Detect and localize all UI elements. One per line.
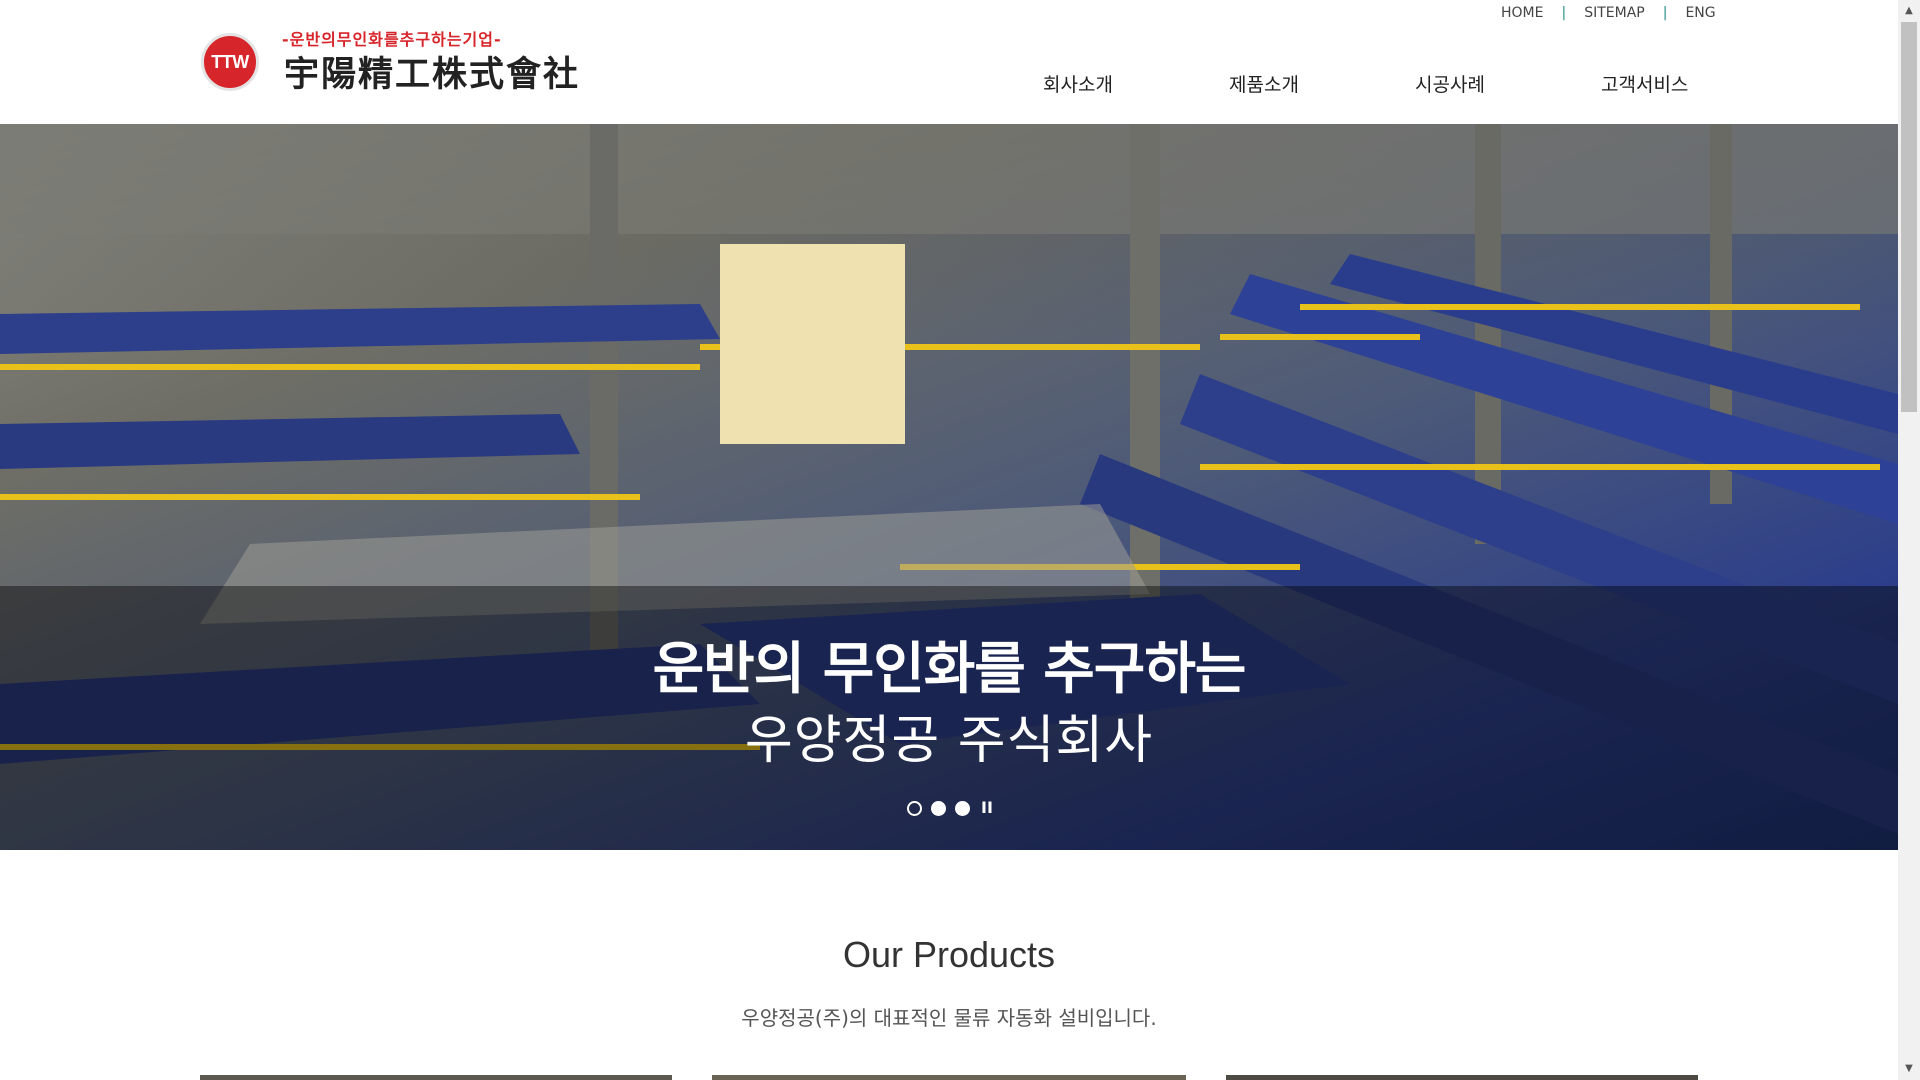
- gnb-item-customer-service[interactable]: 고객서비스: [1601, 70, 1688, 97]
- slider-dot-3[interactable]: [955, 800, 970, 816]
- slider-pagination: II: [907, 799, 993, 817]
- hero-title: 운반의 무인화를 추구하는: [652, 637, 1247, 702]
- products-section-subtitle: 우양정공(주)의 대표적인 물류 자동화 설비입니다.: [741, 1006, 1157, 1030]
- product-thumbnails-row: [200, 1075, 1698, 1080]
- utility-nav: HOME | SITEMAP | ENG: [1501, 5, 1716, 21]
- product-thumbnail[interactable]: [1226, 1075, 1698, 1080]
- slider-pause-icon[interactable]: II: [981, 799, 993, 817]
- hero-slider: 운반의 무인화를 추구하는 우양정공 주식회사 II: [0, 124, 1898, 850]
- gnb-item-cases[interactable]: 시공사례: [1415, 70, 1485, 97]
- logo-mark-text: TTW: [211, 51, 249, 72]
- gnb-item-company[interactable]: 회사소개: [1043, 70, 1113, 97]
- hero-subtitle: 우양정공 주식회사: [744, 711, 1154, 771]
- ttw-logo-mark: TTW: [201, 33, 259, 91]
- util-sitemap-link[interactable]: SITEMAP: [1584, 5, 1645, 21]
- scroll-down-arrow-icon[interactable]: ▼: [1898, 1058, 1920, 1080]
- logo-company-name: 宇陽精工株式會社: [284, 54, 581, 95]
- slider-dot-2[interactable]: [931, 800, 946, 816]
- product-thumbnail[interactable]: [200, 1075, 672, 1080]
- company-logo[interactable]: TTW -운반의무인화를추구하는기업- 宇陽精工株式會社: [201, 26, 591, 98]
- product-thumbnail[interactable]: [712, 1075, 1186, 1080]
- products-section-title: Our Products: [842, 934, 1056, 975]
- util-separator: |: [1561, 5, 1567, 21]
- util-separator: |: [1662, 5, 1668, 21]
- util-eng-link[interactable]: ENG: [1685, 5, 1715, 21]
- scrollbar-thumb[interactable]: [1901, 22, 1917, 412]
- site-header: TTW -운반의무인화를추구하는기업- 宇陽精工株式會社 HOME | SITEMA…: [0, 0, 1898, 124]
- scroll-up-arrow-icon[interactable]: ▲: [1898, 0, 1920, 22]
- util-home-link[interactable]: HOME: [1501, 5, 1543, 21]
- page-scrollbar[interactable]: ▲ ▼: [1898, 0, 1920, 1080]
- gnb-item-products[interactable]: 제품소개: [1229, 70, 1299, 97]
- slider-dot-1[interactable]: [907, 800, 922, 816]
